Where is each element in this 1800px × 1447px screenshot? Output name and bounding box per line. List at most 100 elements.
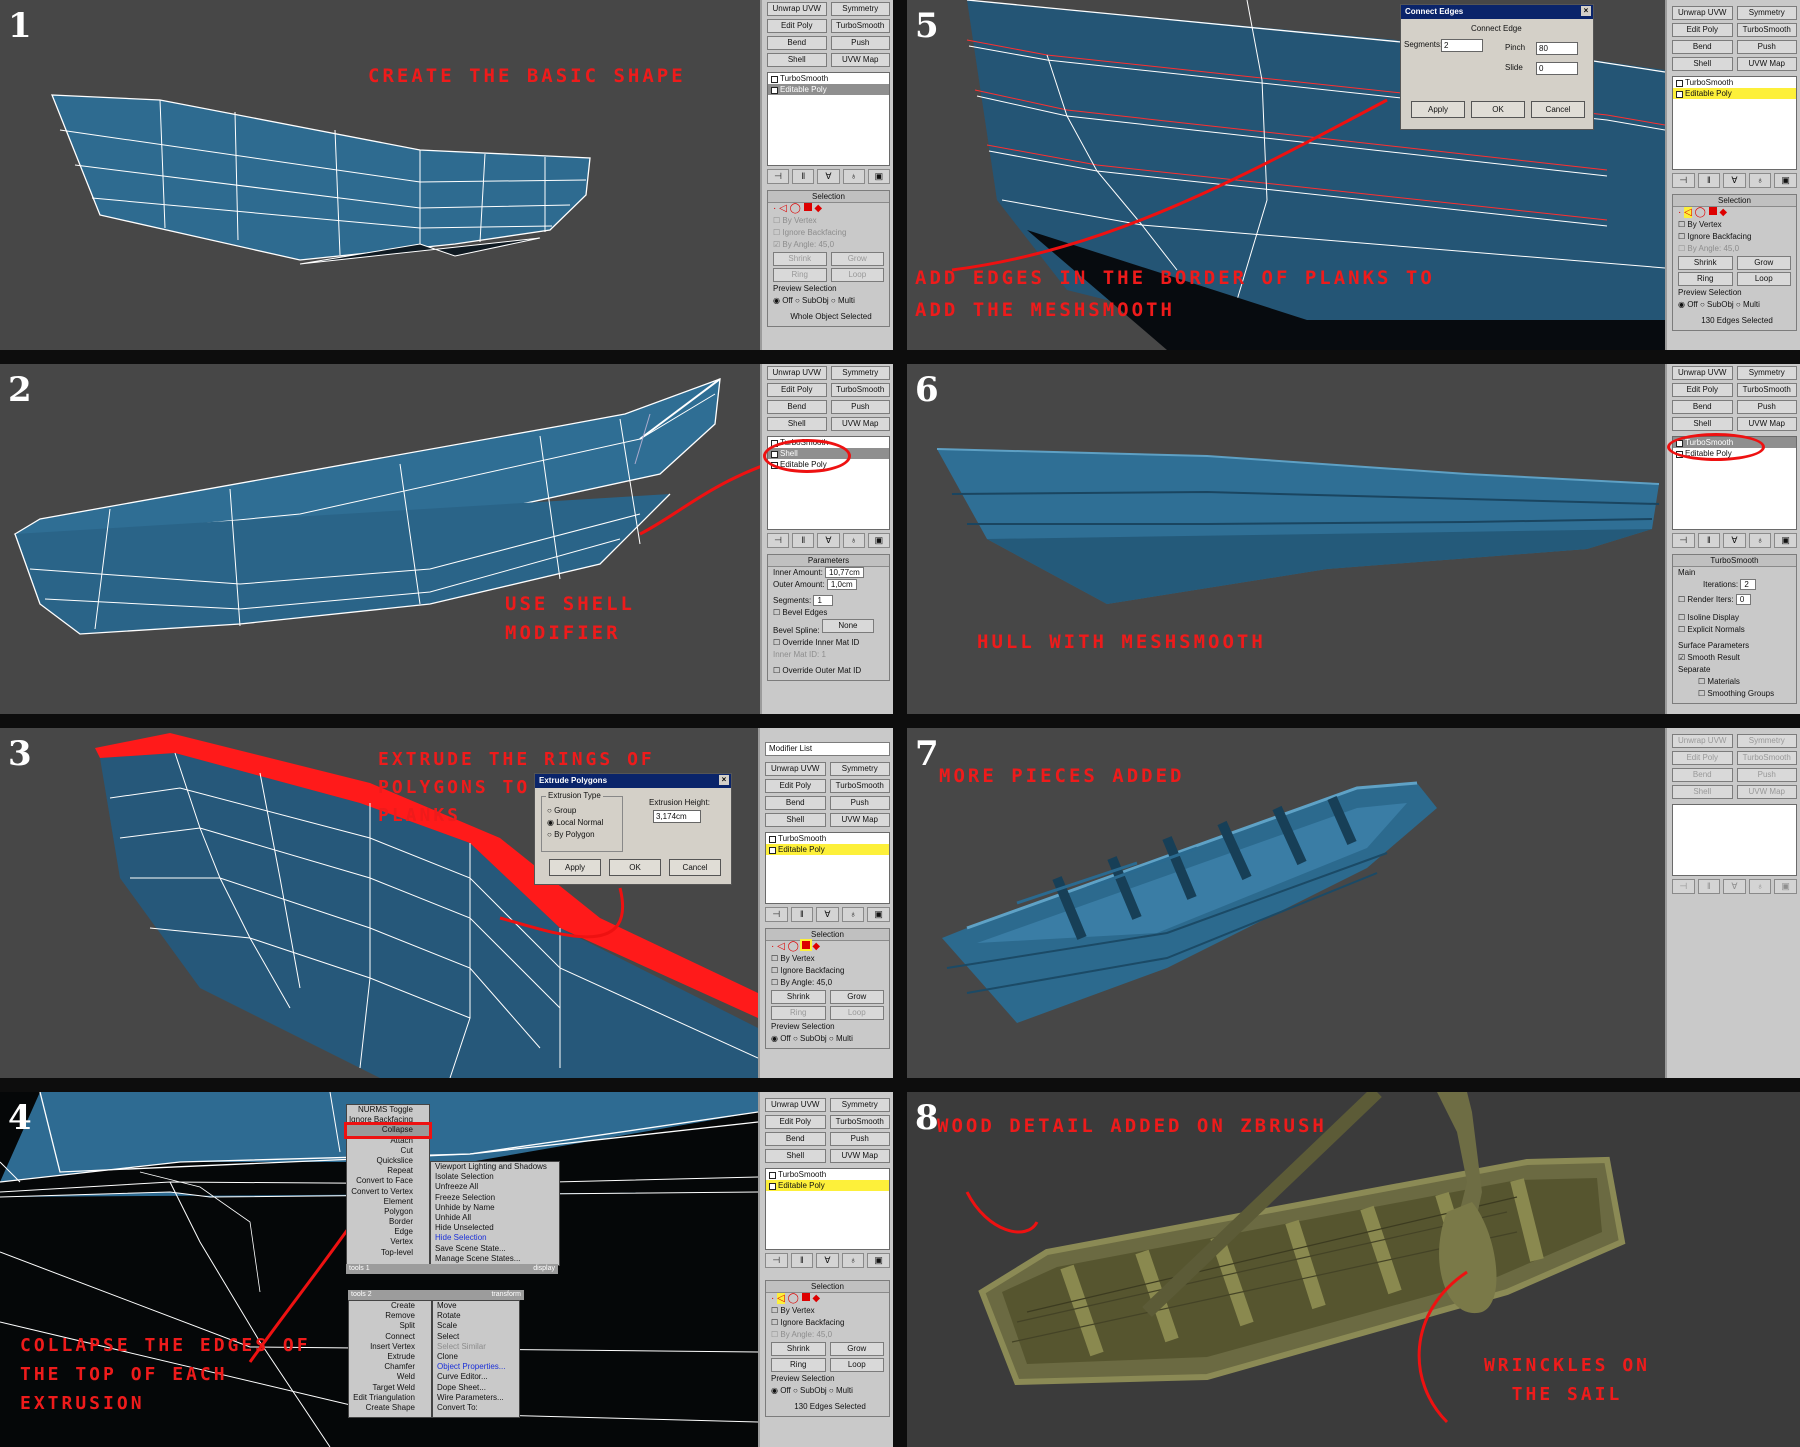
symmetry-button[interactable]: Symmetry: [1736, 366, 1797, 380]
menu-item-attach[interactable]: Attach: [347, 1136, 429, 1146]
bend-button[interactable]: Bend: [765, 1132, 826, 1146]
modifier-list-dropdown[interactable]: Modifier List: [765, 742, 890, 756]
loop-button[interactable]: Loop: [829, 1006, 884, 1020]
uvw-map-button[interactable]: UVW Map: [829, 1149, 890, 1163]
expand-icon[interactable]: [769, 847, 776, 854]
menu-item-move[interactable]: Move: [433, 1301, 519, 1311]
pin-stack-icon[interactable]: ⊣: [1672, 879, 1695, 894]
unwrap-uvw-button[interactable]: Unwrap UVW: [765, 762, 826, 776]
bend-button[interactable]: Bend: [1672, 768, 1733, 782]
inner-mat-id-row[interactable]: Inner Mat ID: 1: [768, 649, 889, 661]
close-icon[interactable]: ×: [719, 775, 729, 785]
turbosmooth-button[interactable]: TurboSmooth: [1736, 383, 1797, 397]
menu-item-hide-unselected[interactable]: Hide Unselected: [431, 1223, 559, 1233]
bend-button[interactable]: Bend: [1672, 400, 1733, 414]
menu-item-top-level[interactable]: Top-level: [347, 1248, 429, 1258]
configure-modifiers-icon[interactable]: ▣: [1774, 533, 1797, 548]
menu-item-insert-vertex[interactable]: Insert Vertex: [349, 1342, 431, 1352]
show-end-result-icon[interactable]: ‖: [1697, 879, 1721, 894]
menu-item-chamfer[interactable]: Chamfer: [349, 1362, 431, 1372]
by-angle-checkbox[interactable]: ☐ By Angle: 45,0: [1673, 243, 1796, 255]
uvw-map-button[interactable]: UVW Map: [830, 53, 890, 67]
menu-item-unhide-all[interactable]: Unhide All: [431, 1213, 559, 1223]
menu-item-nurms-toggle[interactable]: NURMS Toggle: [347, 1105, 429, 1115]
pin-stack-icon[interactable]: ⊣: [765, 1253, 788, 1268]
by-angle-checkbox[interactable]: ☑ By Angle: 45,0: [768, 239, 889, 251]
unwrap-uvw-button[interactable]: Unwrap UVW: [765, 1098, 826, 1112]
show-end-result-icon[interactable]: ‖: [1697, 173, 1721, 188]
viewport[interactable]: 2 USE SHELL MODIFIER: [0, 364, 760, 714]
pin-stack-icon[interactable]: ⊣: [767, 169, 790, 184]
apply-button[interactable]: Apply: [1411, 101, 1465, 118]
push-button[interactable]: Push: [830, 36, 890, 50]
smoothing-groups-checkbox[interactable]: ☐ Smoothing Groups: [1673, 688, 1796, 700]
show-end-result-icon[interactable]: ‖: [790, 1253, 814, 1268]
make-unique-icon[interactable]: ∀: [1723, 879, 1746, 894]
menu-item-convert-to-face[interactable]: Convert to Face: [347, 1176, 429, 1186]
pin-stack-icon[interactable]: ⊣: [767, 533, 790, 548]
by-angle-checkbox[interactable]: ☐ By Angle: 45,0: [766, 1329, 889, 1341]
bend-button[interactable]: Bend: [1672, 40, 1733, 54]
rollout-title[interactable]: Selection: [768, 191, 889, 203]
shrink-button[interactable]: Shrink: [773, 252, 827, 266]
edit-poly-button[interactable]: Edit Poly: [767, 19, 827, 33]
menu-item-viewport-lighting[interactable]: Viewport Lighting and Shadows: [431, 1162, 559, 1172]
menu-item-hide-selection[interactable]: Hide Selection: [431, 1233, 559, 1243]
remove-modifier-icon[interactable]: ♁: [1748, 533, 1772, 548]
grow-button[interactable]: Grow: [829, 1342, 884, 1356]
menu-item-freeze-selection[interactable]: Freeze Selection: [431, 1193, 559, 1203]
preview-radios[interactable]: ◉ Off ○ SubObj ○ Multi: [766, 1033, 889, 1045]
edit-poly-button[interactable]: Edit Poly: [765, 779, 826, 793]
turbosmooth-button[interactable]: TurboSmooth: [1736, 23, 1797, 37]
uvw-map-button[interactable]: UVW Map: [1736, 417, 1797, 431]
extrusion-height-spinner[interactable]: 3,174cm: [653, 810, 701, 823]
grow-button[interactable]: Grow: [1736, 256, 1791, 270]
menu-item-polygon[interactable]: Polygon: [347, 1207, 429, 1217]
shell-button[interactable]: Shell: [765, 813, 826, 827]
unwrap-uvw-button[interactable]: Unwrap UVW: [1672, 366, 1733, 380]
menu-item-curve-editor[interactable]: Curve Editor...: [433, 1372, 519, 1382]
remove-modifier-icon[interactable]: ♁: [842, 169, 865, 184]
stack-item-editable-poly[interactable]: Editable Poly: [1673, 88, 1796, 99]
rollout-title[interactable]: Selection: [766, 1281, 889, 1293]
subobject-icons[interactable]: · ◁ ◯ ◆: [766, 939, 889, 953]
configure-modifiers-icon[interactable]: ▣: [1774, 173, 1797, 188]
unwrap-uvw-button[interactable]: Unwrap UVW: [1672, 6, 1733, 20]
iterations-row[interactable]: Iterations: 2: [1673, 579, 1796, 591]
shell-button[interactable]: Shell: [767, 417, 827, 431]
viewport[interactable]: 6 HULL WITH MESHSMOOTH: [907, 364, 1665, 714]
expand-icon[interactable]: [1676, 91, 1683, 98]
turbosmooth-button[interactable]: TurboSmooth: [829, 779, 890, 793]
symmetry-button[interactable]: Symmetry: [829, 1098, 890, 1112]
menu-item-create[interactable]: Create: [349, 1301, 431, 1311]
symmetry-button[interactable]: Symmetry: [830, 2, 890, 16]
symmetry-button[interactable]: Symmetry: [829, 762, 890, 776]
turbosmooth-button[interactable]: TurboSmooth: [1736, 751, 1797, 765]
shell-button[interactable]: Shell: [765, 1149, 826, 1163]
loop-button[interactable]: Loop: [830, 268, 884, 282]
menu-item-collapse[interactable]: Collapse: [344, 1122, 432, 1139]
menu-item-unhide-by-name[interactable]: Unhide by Name: [431, 1203, 559, 1213]
stack-item-editable-poly[interactable]: Editable Poly: [766, 844, 889, 855]
override-outer-checkbox[interactable]: ☐ Override Outer Mat ID: [768, 661, 889, 677]
push-button[interactable]: Push: [1736, 400, 1797, 414]
menu-item-extrude[interactable]: Extrude: [349, 1352, 431, 1362]
turbosmooth-button[interactable]: TurboSmooth: [829, 1115, 890, 1129]
stack-item-editable-poly[interactable]: Editable Poly: [768, 84, 889, 95]
shell-button[interactable]: Shell: [767, 53, 827, 67]
configure-modifiers-icon[interactable]: ▣: [867, 169, 891, 184]
by-vertex-checkbox[interactable]: ☐ By Vertex: [766, 953, 889, 965]
ignore-backfacing-checkbox[interactable]: ☐ Ignore Backfacing: [766, 965, 889, 977]
rollout-title[interactable]: Selection: [1673, 195, 1796, 207]
bevel-spline-row[interactable]: Bevel Spline: None: [768, 619, 889, 635]
outer-amount-row[interactable]: Outer Amount: 1,0cm: [768, 579, 889, 591]
unwrap-uvw-button[interactable]: Unwrap UVW: [767, 366, 827, 380]
viewport[interactable]: 5 ADD EDGES IN THE BORDER OF PLANKS TO A…: [907, 0, 1665, 350]
menu-item-cut[interactable]: Cut: [347, 1146, 429, 1156]
remove-modifier-icon[interactable]: ♁: [841, 907, 865, 922]
menu-item-border[interactable]: Border: [347, 1217, 429, 1227]
bulb-icon[interactable]: [1676, 80, 1683, 87]
menu-item-create-shape[interactable]: Create Shape: [349, 1403, 431, 1413]
by-angle-checkbox[interactable]: ☐ By Angle: 45,0: [766, 977, 889, 989]
symmetry-button[interactable]: Symmetry: [1736, 734, 1797, 748]
